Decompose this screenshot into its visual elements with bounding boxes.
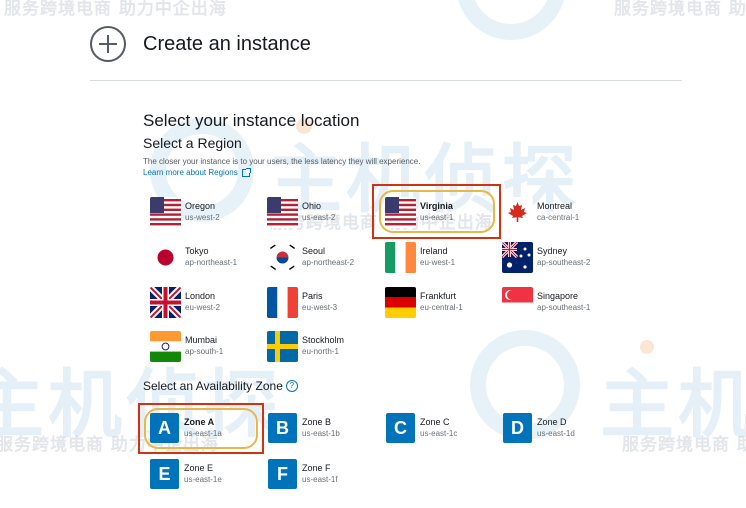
region-montreal[interactable]: Montreal ca-central-1 [502, 196, 612, 228]
region-name: Tokyo [185, 246, 209, 256]
region-code: ap-northeast-1 [185, 258, 238, 267]
zone-letter-badge: E [150, 459, 179, 489]
location-heading: Select your instance location [143, 111, 360, 130]
zone-b[interactable]: B Zone B us-east-1b [268, 412, 378, 444]
region-name: Paris [302, 291, 323, 301]
region-name: Sydney [537, 246, 568, 256]
region-code: eu-north-1 [302, 347, 339, 356]
plus-circle-icon [90, 26, 126, 62]
availability-zone-label: Select an Availability Zone [143, 379, 283, 393]
region-oregon[interactable]: Oregon us-west-2 [150, 196, 260, 228]
region-code: ap-northeast-2 [302, 258, 355, 267]
region-name: Ohio [302, 201, 322, 211]
uk-flag-icon [150, 286, 181, 318]
zone-name: Zone F [302, 463, 331, 473]
zone-e[interactable]: E Zone E us-east-1e [150, 458, 260, 490]
region-frankfurt[interactable]: Frankfurt eu-central-1 [385, 286, 495, 318]
zone-code: us-east-1a [184, 429, 222, 438]
region-name: Seoul [302, 246, 326, 256]
zone-letter-badge: C [386, 413, 415, 443]
region-name: Singapore [537, 291, 579, 301]
zone-a[interactable]: A Zone A us-east-1a [150, 412, 260, 444]
region-singapore[interactable]: Singapore ap-southeast-1 [502, 286, 612, 318]
region-code: ap-south-1 [185, 347, 224, 356]
australia-flag-icon [502, 241, 533, 273]
region-code: eu-west-1 [420, 258, 456, 267]
zone-code: us-east-1e [184, 475, 222, 484]
us-flag-icon [150, 196, 181, 228]
region-name: Virginia [420, 201, 453, 211]
page-title: Create an instance [143, 32, 311, 55]
region-ireland[interactable]: Ireland eu-west-1 [385, 241, 495, 273]
region-name: Oregon [185, 201, 216, 211]
region-paris[interactable]: Paris eu-west-3 [267, 286, 377, 318]
zone-name: Zone B [302, 417, 332, 427]
watermark-logo-dot [640, 340, 654, 354]
region-virginia[interactable]: Virginia us-east-1 [385, 196, 495, 228]
france-flag-icon [267, 286, 298, 318]
watermark-text: 服务跨境电商 助力中企出海 [4, 0, 227, 19]
header-divider [90, 80, 682, 81]
india-flag-icon [150, 330, 181, 362]
page-header: Create an instance [90, 26, 311, 62]
region-mumbai[interactable]: Mumbai ap-south-1 [150, 330, 260, 362]
region-name: London [185, 291, 216, 301]
region-code: ap-southeast-2 [537, 258, 591, 267]
ireland-flag-icon [385, 241, 416, 273]
zone-c[interactable]: C Zone C us-east-1c [386, 412, 496, 444]
region-sydney[interactable]: Sydney ap-southeast-2 [502, 241, 612, 273]
zone-f[interactable]: F Zone F us-east-1f [268, 458, 378, 490]
availability-zone-heading: Select an Availability Zone ? [143, 379, 298, 393]
region-description: The closer your instance is to your user… [143, 157, 421, 166]
region-seoul[interactable]: Seoul ap-northeast-2 [267, 241, 377, 273]
zone-d[interactable]: D Zone D us-east-1d [503, 412, 613, 444]
region-name: Mumbai [185, 335, 218, 345]
zone-code: us-east-1b [302, 429, 340, 438]
watermark-text: 服务跨境电商 助力中企出海 [614, 0, 746, 19]
zone-name: Zone D [537, 417, 567, 427]
learn-more-regions-link[interactable]: Learn more about Regions [143, 167, 251, 177]
info-icon[interactable]: ? [285, 380, 298, 392]
zone-name: Zone C [420, 417, 450, 427]
zone-letter-badge: D [503, 413, 532, 443]
zone-code: us-east-1f [302, 475, 338, 484]
zone-letter-badge: A [150, 413, 179, 443]
zone-letter-badge: F [268, 459, 297, 489]
watermark-brand: 主机侦探 [600, 362, 746, 448]
region-name: Ireland [420, 246, 448, 256]
region-stockholm[interactable]: Stockholm eu-north-1 [267, 330, 377, 362]
region-tokyo[interactable]: Tokyo ap-northeast-1 [150, 241, 260, 273]
singapore-flag-icon [502, 286, 533, 318]
region-name: Montreal [537, 201, 573, 211]
zone-letter-badge: B [268, 413, 297, 443]
region-code: us-east-2 [302, 213, 336, 222]
region-code: us-west-2 [185, 213, 220, 222]
region-name: Stockholm [302, 335, 345, 345]
korea-flag-icon [267, 241, 298, 273]
us-flag-icon [267, 196, 298, 228]
region-code: ca-central-1 [537, 213, 580, 222]
sweden-flag-icon [267, 330, 298, 362]
zone-code: us-east-1c [420, 429, 458, 438]
region-code: us-east-1 [420, 213, 454, 222]
region-code: eu-west-3 [302, 303, 338, 312]
region-ohio[interactable]: Ohio us-east-2 [267, 196, 377, 228]
watermark-logo-circle [456, 0, 566, 40]
region-name: Frankfurt [420, 291, 457, 301]
maple-leaf-icon [502, 196, 533, 228]
zone-code: us-east-1d [537, 429, 575, 438]
learn-more-label: Learn more about Regions [143, 168, 238, 177]
region-code: eu-west-2 [185, 303, 221, 312]
region-heading: Select a Region [143, 135, 242, 151]
germany-flag-icon [385, 286, 416, 318]
japan-flag-icon [150, 241, 181, 273]
us-flag-icon [385, 196, 416, 228]
watermark-text: 服务跨境电商 助力中企出海 [622, 435, 746, 455]
region-london[interactable]: London eu-west-2 [150, 286, 260, 318]
region-code: ap-southeast-1 [537, 303, 591, 312]
zone-name: Zone A [184, 417, 215, 427]
region-code: eu-central-1 [420, 303, 463, 312]
external-link-icon [241, 167, 251, 177]
zone-name: Zone E [184, 463, 214, 473]
